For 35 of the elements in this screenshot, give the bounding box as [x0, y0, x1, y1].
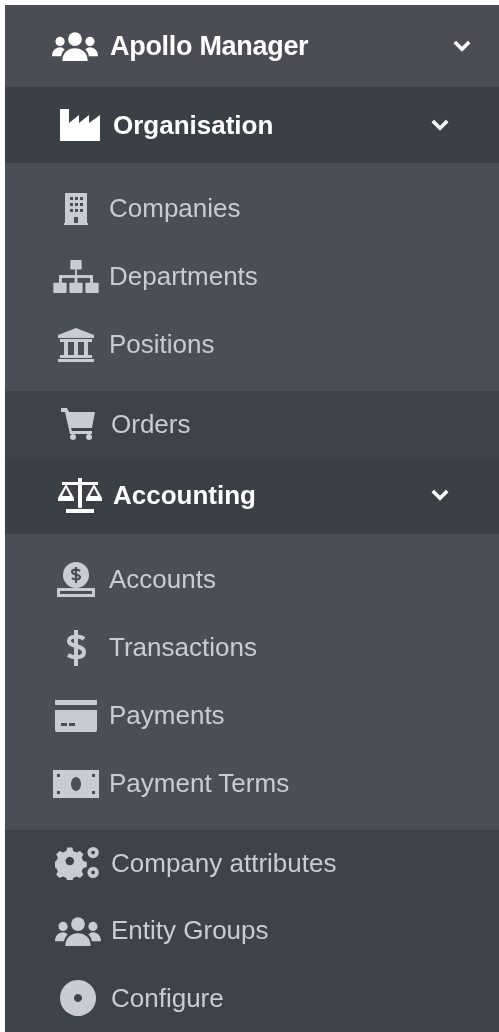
submenu-item[interactable]: Companies: [5, 174, 499, 243]
submenu-item[interactable]: Accounts: [5, 545, 499, 614]
submenu-item[interactable]: Transactions: [5, 613, 499, 682]
chevron-icon[interactable]: [431, 118, 449, 132]
gears-icon: [55, 846, 101, 881]
users-icon: [52, 31, 98, 62]
submenu-item[interactable]: Positions: [5, 310, 499, 379]
factory-icon: [60, 109, 100, 142]
menu-label: Orders: [111, 408, 192, 441]
submenu-item[interactable]: Payments: [5, 681, 499, 750]
cart-icon: [61, 408, 95, 441]
menu-item[interactable]: Configure: [5, 964, 499, 1032]
menu-item[interactable]: Company attributes: [5, 829, 499, 898]
bank-icon: [58, 327, 94, 362]
submenu-item[interactable]: Departments: [5, 242, 499, 311]
menu-label: Configure: [111, 981, 225, 1015]
credit-card-icon: [55, 699, 97, 732]
sidebar-header[interactable]: Apollo Manager: [5, 5, 499, 88]
app-title: Apollo Manager: [110, 29, 310, 63]
menu-item[interactable]: Orders: [5, 390, 499, 459]
dollar-icon: [66, 629, 86, 666]
menu-label: Accounting: [113, 479, 257, 513]
users-icon: [55, 915, 101, 946]
sitemap-icon: [53, 259, 99, 294]
menu-item[interactable]: Entity Groups: [5, 897, 499, 965]
chevron-icon[interactable]: [431, 489, 449, 503]
menu-label: Organisation: [113, 108, 275, 142]
menu-label: Company attributes: [111, 846, 338, 880]
menu-label: Entity Groups: [111, 914, 270, 948]
banknote-icon: [53, 769, 99, 798]
chevron-icon[interactable]: [453, 39, 471, 53]
coin-icon: [57, 561, 95, 598]
scale-icon: [58, 477, 102, 514]
building-icon: [64, 192, 88, 225]
submenu-item[interactable]: Payment Terms: [5, 749, 499, 818]
